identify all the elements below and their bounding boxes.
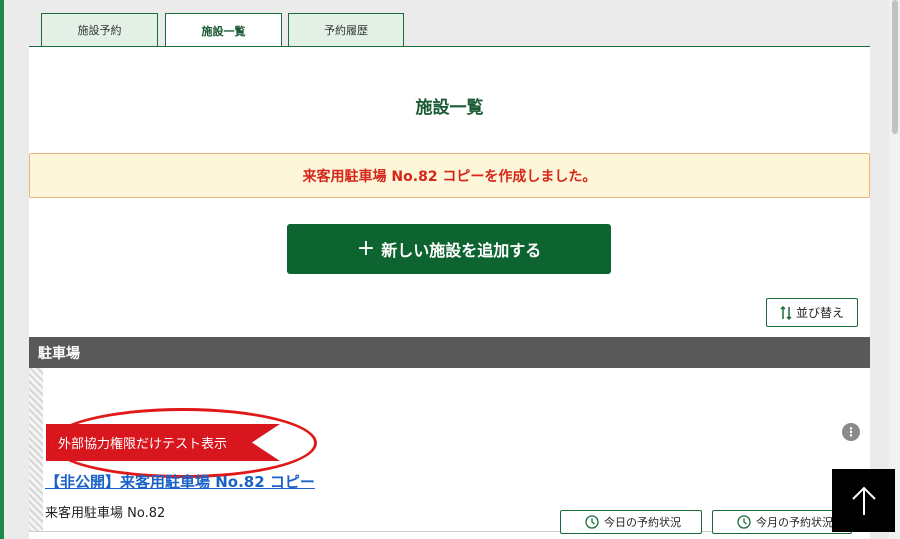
- today-status-button[interactable]: 今日の予約状況: [560, 510, 702, 534]
- section-header-parking: 駐車場: [29, 337, 870, 368]
- plus-icon: +: [356, 236, 376, 261]
- add-facility-label: 新しい施設を追加する: [381, 241, 542, 260]
- unpublished-stripe: [29, 368, 43, 531]
- main-panel: 施設一覧 来客用駐車場 No.82 コピーを作成しました。 + 新しい施設を追加…: [29, 47, 870, 539]
- scrollbar-thumb[interactable]: [892, 0, 898, 134]
- permission-ribbon: 外部協力権限だけテスト表示: [46, 424, 280, 461]
- arrow-up-icon: [851, 486, 876, 515]
- more-options-icon[interactable]: ⋮: [842, 423, 860, 441]
- facility-name-link[interactable]: 【非公開】来客用駐車場 No.82 コピー: [45, 471, 315, 492]
- tab-facility-reservation[interactable]: 施設予約: [41, 13, 158, 46]
- clock-icon: [737, 515, 751, 529]
- month-status-button[interactable]: 今月の予約状況: [712, 510, 852, 534]
- tab-label: 施設一覧: [201, 25, 246, 38]
- tab-facility-list[interactable]: 施設一覧: [165, 13, 282, 48]
- add-facility-button[interactable]: + 新しい施設を追加する: [287, 224, 611, 274]
- page-title: 施設一覧: [415, 98, 484, 118]
- month-status-label: 今月の予約状況: [756, 516, 833, 529]
- tab-label: 予約履歴: [324, 24, 368, 37]
- facility-card: 外部協力権限だけテスト表示 ⋮ 【非公開】来客用駐車場 No.82 コピー 来客…: [29, 368, 870, 539]
- sort-label: 並び替え: [795, 306, 844, 320]
- facility-subtitle: 来客用駐車場 No.82: [45, 506, 166, 521]
- tab-reservation-history[interactable]: 予約履歴: [288, 13, 404, 46]
- sort-button[interactable]: 並び替え: [766, 298, 858, 327]
- sort-arrows-icon: [780, 305, 792, 320]
- tab-label: 施設予約: [77, 24, 122, 37]
- clock-icon: [585, 515, 599, 529]
- today-status-label: 今日の予約状況: [604, 516, 681, 529]
- success-notice: 来客用駐車場 No.82 コピーを作成しました。: [29, 153, 870, 198]
- back-to-top-button[interactable]: [832, 469, 895, 532]
- left-accent-bar: [0, 0, 4, 539]
